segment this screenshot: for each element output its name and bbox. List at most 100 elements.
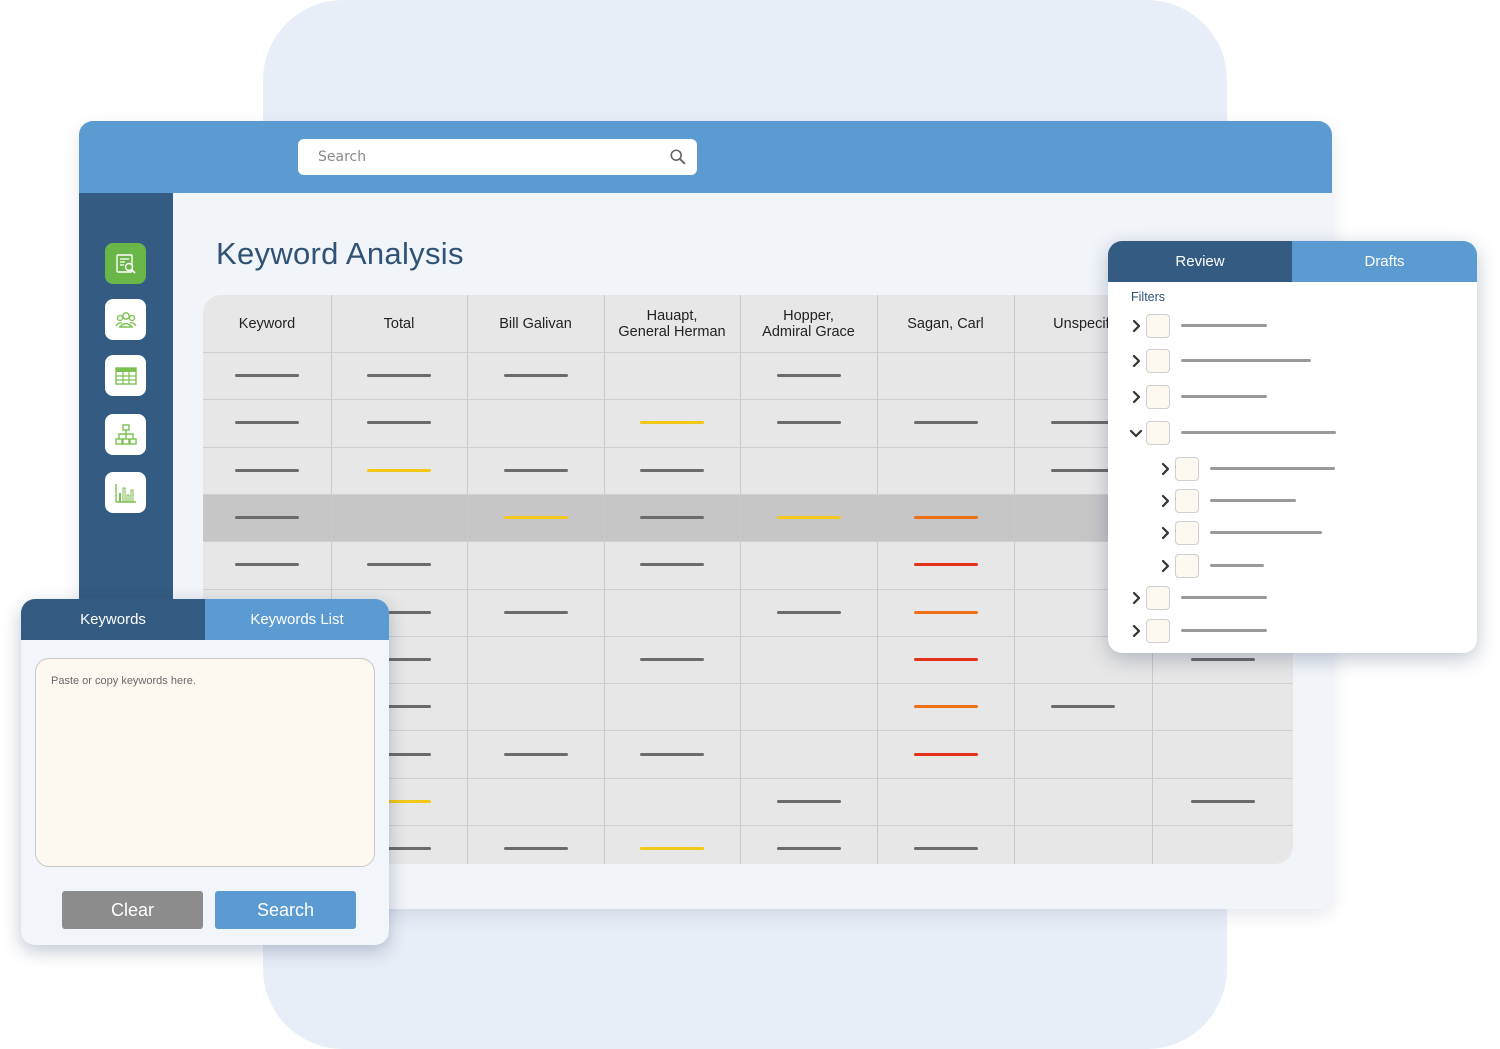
filter-label-placeholder bbox=[1181, 324, 1267, 327]
bar-chart-icon bbox=[114, 483, 136, 503]
filter-tree-item[interactable] bbox=[1128, 385, 1388, 409]
table-cell-bar bbox=[776, 516, 841, 520]
table-cell-bar bbox=[367, 468, 431, 472]
table-cell-bar bbox=[913, 657, 978, 661]
sidebar-item-table[interactable] bbox=[105, 355, 146, 396]
filter-tree-item[interactable] bbox=[1128, 314, 1388, 338]
sidebar-item-document-search[interactable] bbox=[105, 243, 146, 284]
tab-drafts[interactable]: Drafts bbox=[1292, 241, 1477, 282]
table-cell-bar bbox=[913, 752, 978, 756]
table-cell-bar bbox=[1051, 705, 1115, 709]
review-panel: Review Drafts Filters bbox=[1108, 241, 1477, 653]
table-cell-bar bbox=[503, 752, 568, 756]
chevron-right-icon[interactable] bbox=[1128, 389, 1144, 405]
table-cell-bar bbox=[776, 610, 841, 614]
sidebar-item-hierarchy[interactable] bbox=[105, 414, 146, 455]
document-search-icon bbox=[115, 253, 136, 274]
filter-checkbox[interactable] bbox=[1146, 385, 1170, 409]
keywords-textarea[interactable] bbox=[35, 658, 375, 867]
filter-label-placeholder bbox=[1210, 467, 1335, 470]
table-cell-bar bbox=[235, 421, 299, 425]
table-cell-bar bbox=[640, 516, 704, 520]
filter-label-placeholder bbox=[1210, 531, 1322, 534]
filter-label-placeholder bbox=[1181, 431, 1336, 434]
chevron-right-icon[interactable] bbox=[1128, 353, 1144, 369]
filter-checkbox[interactable] bbox=[1175, 457, 1199, 481]
column-header[interactable]: Keyword bbox=[203, 295, 331, 352]
filter-checkbox[interactable] bbox=[1146, 619, 1170, 643]
table-cell-bar bbox=[503, 374, 568, 378]
filter-tree-item[interactable] bbox=[1157, 554, 1417, 578]
table-cell-bar bbox=[503, 516, 568, 520]
filter-checkbox[interactable] bbox=[1175, 489, 1199, 513]
hierarchy-icon bbox=[114, 423, 137, 445]
table-cell-bar bbox=[913, 421, 978, 425]
filter-checkbox[interactable] bbox=[1146, 586, 1170, 610]
filter-label-placeholder bbox=[1181, 629, 1267, 632]
chevron-right-icon[interactable] bbox=[1157, 461, 1173, 477]
filter-tree-item[interactable] bbox=[1157, 521, 1417, 545]
table-cell-bar bbox=[235, 468, 299, 472]
table-cell-bar bbox=[640, 752, 704, 756]
filter-label-placeholder bbox=[1210, 499, 1296, 502]
search-input[interactable] bbox=[298, 139, 638, 175]
clear-button[interactable]: Clear bbox=[62, 891, 203, 929]
table-cell-bar bbox=[640, 657, 704, 661]
keywords-panel: Keywords Keywords List Clear Search bbox=[21, 599, 389, 945]
table-cell-bar bbox=[235, 563, 299, 567]
filter-checkbox[interactable] bbox=[1146, 349, 1170, 373]
chevron-right-icon[interactable] bbox=[1128, 318, 1144, 334]
table-cell-bar bbox=[367, 421, 431, 425]
filter-label-placeholder bbox=[1181, 395, 1267, 398]
filter-tree-item[interactable] bbox=[1157, 457, 1417, 481]
table-cell-bar bbox=[1051, 468, 1115, 472]
filter-checkbox[interactable] bbox=[1175, 554, 1199, 578]
filter-checkbox[interactable] bbox=[1146, 314, 1170, 338]
chevron-right-icon[interactable] bbox=[1128, 590, 1144, 606]
column-header[interactable]: Total bbox=[331, 295, 467, 352]
tab-keywords-list[interactable]: Keywords List bbox=[205, 599, 389, 640]
filter-label-placeholder bbox=[1181, 359, 1311, 362]
table-cell-bar bbox=[235, 516, 299, 520]
search-box[interactable] bbox=[298, 139, 697, 175]
tab-review[interactable]: Review bbox=[1108, 241, 1292, 282]
chevron-right-icon[interactable] bbox=[1157, 493, 1173, 509]
table-cell-bar bbox=[776, 374, 841, 378]
search-button[interactable]: Search bbox=[215, 891, 356, 929]
table-cell-bar bbox=[776, 799, 841, 803]
sidebar-item-users[interactable] bbox=[105, 299, 146, 340]
chevron-right-icon[interactable] bbox=[1157, 525, 1173, 541]
column-header[interactable]: Bill Galivan bbox=[467, 295, 604, 352]
filter-tree-item[interactable] bbox=[1128, 349, 1388, 373]
chevron-right-icon[interactable] bbox=[1157, 558, 1173, 574]
tab-keywords[interactable]: Keywords bbox=[21, 599, 205, 640]
column-header[interactable]: Sagan, Carl bbox=[877, 295, 1014, 352]
filters-label: Filters bbox=[1131, 290, 1166, 304]
table-cell-bar bbox=[913, 610, 978, 614]
table-cell-bar bbox=[1190, 657, 1255, 661]
filter-checkbox[interactable] bbox=[1175, 521, 1199, 545]
table-cell-bar bbox=[913, 705, 978, 709]
table-cell-bar bbox=[776, 421, 841, 425]
users-icon bbox=[114, 311, 137, 328]
table-cell-bar bbox=[640, 847, 704, 851]
table-cell-bar bbox=[640, 421, 704, 425]
table-cell-bar bbox=[503, 468, 568, 472]
filter-tree-item[interactable] bbox=[1128, 586, 1388, 610]
table-cell-bar bbox=[776, 847, 841, 851]
table-cell-bar bbox=[235, 374, 299, 378]
table-cell-bar bbox=[367, 563, 431, 567]
filter-checkbox[interactable] bbox=[1146, 421, 1170, 445]
chevron-right-icon[interactable] bbox=[1128, 623, 1144, 639]
table-cell-bar bbox=[367, 374, 431, 378]
column-header[interactable]: Hauapt, General Herman bbox=[604, 295, 740, 352]
search-icon[interactable] bbox=[669, 148, 687, 166]
column-header[interactable]: Hopper, Admiral Grace bbox=[740, 295, 877, 352]
sidebar-item-bar-chart[interactable] bbox=[105, 472, 146, 513]
table-cell-bar bbox=[1190, 799, 1255, 803]
filter-tree-item[interactable] bbox=[1128, 619, 1388, 643]
top-bar bbox=[79, 121, 1332, 193]
chevron-down-icon[interactable] bbox=[1128, 425, 1144, 441]
filter-tree-item[interactable] bbox=[1157, 489, 1417, 513]
filter-tree-item[interactable] bbox=[1128, 421, 1388, 445]
